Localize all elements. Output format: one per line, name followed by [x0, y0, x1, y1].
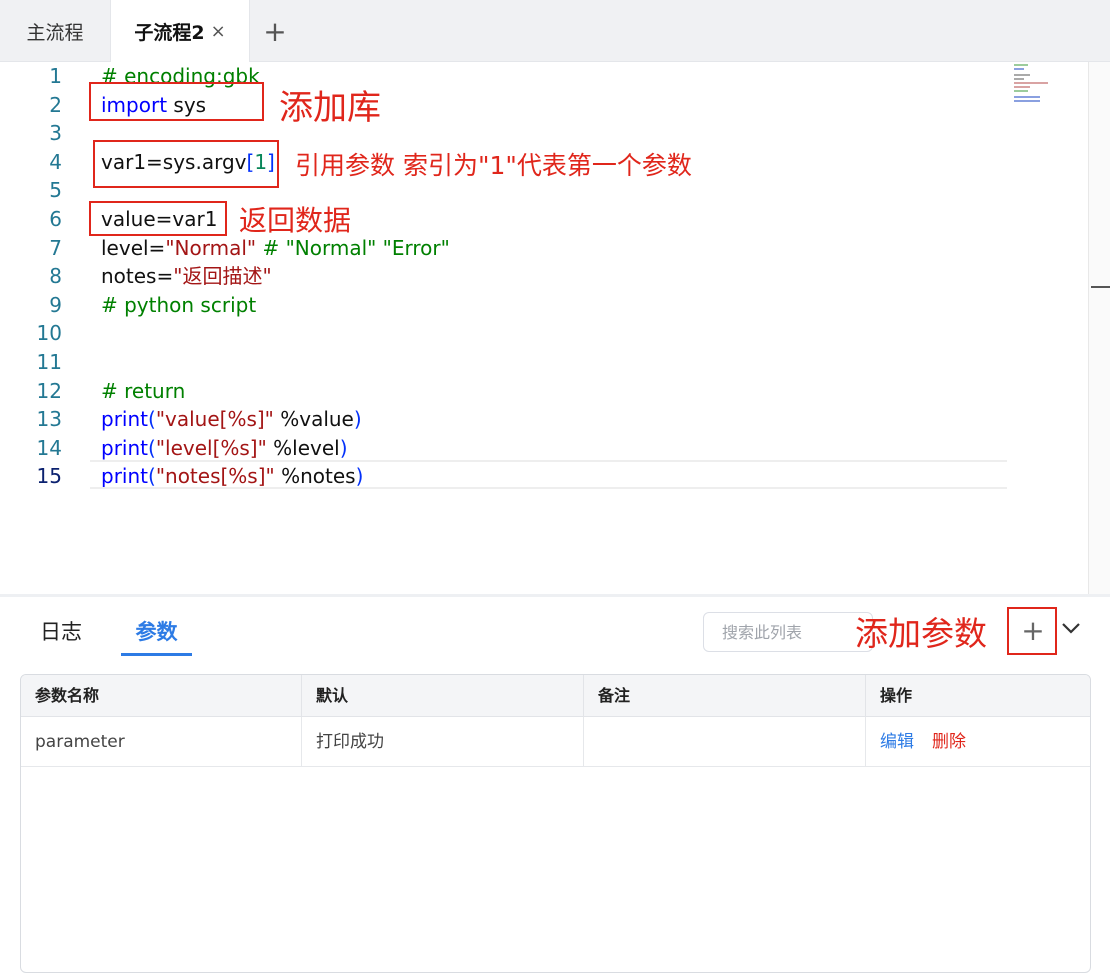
- code-token: (: [148, 407, 156, 432]
- line-number: 5: [49, 178, 62, 203]
- tab-bar: 主流程 子流程2 × +: [0, 0, 1110, 63]
- line-number: 6: [49, 207, 62, 231]
- code-line[interactable]: 13 print("value[%s]" %value): [0, 405, 1010, 433]
- column-header-name[interactable]: 参数名称: [21, 675, 302, 717]
- line-number: 12: [36, 378, 62, 403]
- code-line[interactable]: 7 level="Normal" # "Normal" "Error": [0, 234, 1010, 262]
- cell-actions: 编辑 删除: [866, 717, 1090, 767]
- code-token: (: [148, 435, 156, 460]
- annotation-box-argv: [93, 140, 279, 188]
- add-tab-button[interactable]: +: [258, 14, 292, 48]
- code-token: "Normal": [165, 235, 257, 260]
- annotation-add-param: 添加参数: [855, 614, 987, 653]
- annotation-return-data: 返回数据: [239, 204, 352, 237]
- line-number: 8: [49, 264, 62, 289]
- annotation-box-import: [89, 82, 264, 121]
- plus-icon: +: [263, 14, 287, 48]
- code-token: # "Normal" "Error": [256, 235, 450, 260]
- table-row: parameter 打印成功 编辑 删除: [21, 717, 1090, 767]
- search-input[interactable]: [704, 613, 872, 651]
- chevron-down-icon[interactable]: [1060, 616, 1082, 640]
- line-number: 4: [49, 149, 62, 174]
- minimap[interactable]: [1012, 62, 1072, 102]
- code-token: %level: [266, 435, 340, 460]
- line-number: 3: [49, 121, 62, 146]
- line-number: 13: [36, 407, 62, 432]
- annotation-box-add-param: [1007, 607, 1057, 655]
- close-icon[interactable]: ×: [211, 21, 226, 42]
- line-number: 1: [49, 64, 62, 88]
- line-number: 10: [36, 321, 62, 346]
- code-token: notes=: [101, 264, 174, 289]
- code-text: print("value[%s]" %value): [101, 405, 362, 433]
- column-header-default[interactable]: 默认: [302, 675, 584, 717]
- column-header-actions: 操作: [880, 686, 913, 705]
- code-text: # python script: [101, 291, 256, 319]
- current-line-highlight: [90, 460, 1007, 489]
- code-token: # python script: [101, 292, 257, 317]
- annotation-add-library: 添加库: [279, 88, 381, 128]
- code-text: notes="返回描述": [101, 262, 272, 290]
- code-line[interactable]: 8 notes="返回描述": [0, 262, 1010, 290]
- active-tab-indicator: [121, 653, 192, 656]
- tab-subflow-2[interactable]: 子流程2 ×: [110, 0, 250, 63]
- code-text: # return: [101, 377, 185, 405]
- editor-scrollbar[interactable]: [1088, 62, 1110, 594]
- tab-main-flow-label: 主流程: [26, 21, 84, 44]
- code-line[interactable]: 12 # return: [0, 377, 1010, 405]
- column-header-note[interactable]: 备注: [584, 675, 866, 717]
- line-number: 15: [36, 464, 62, 489]
- panel-divider[interactable]: [0, 594, 1110, 597]
- code-token: %value: [273, 407, 354, 432]
- cell-param-name: parameter: [21, 717, 302, 767]
- scroll-position-marker: [1091, 286, 1110, 288]
- code-token: # return: [101, 378, 186, 403]
- cell-default: 打印成功: [302, 717, 584, 767]
- code-token: "value[%s]": [155, 407, 274, 432]
- code-token: "level[%s]": [155, 435, 267, 460]
- code-token: ): [353, 407, 362, 432]
- line-number: 11: [36, 350, 62, 374]
- delete-link[interactable]: 删除: [932, 732, 966, 752]
- code-line[interactable]: 11: [0, 348, 1010, 376]
- cell-note: [584, 717, 866, 767]
- code-line[interactable]: 14 print("level[%s]" %level): [0, 434, 1010, 462]
- code-line[interactable]: 9 # python script: [0, 291, 1010, 319]
- code-line[interactable]: 10: [0, 319, 1010, 347]
- code-token: print: [101, 407, 148, 432]
- line-number: 2: [49, 92, 62, 117]
- annotation-argv-note: 引用参数 索引为"1"代表第一个参数: [295, 151, 692, 180]
- tab-main-flow[interactable]: 主流程: [0, 0, 110, 62]
- tab-log[interactable]: 日志: [40, 612, 82, 652]
- table-header: 参数名称 默认 备注 操作: [21, 675, 1090, 717]
- params-table: 参数名称 默认 备注 操作 parameter 打印成功 编辑 删除: [20, 674, 1091, 973]
- line-number: 9: [49, 292, 62, 317]
- code-editor[interactable]: 1 # encoding:gbk 2 import sys 3 4 var1=sys.arg…: [0, 62, 1110, 594]
- line-number: 14: [36, 435, 62, 460]
- line-number: 7: [49, 235, 62, 260]
- code-token: ): [339, 435, 348, 460]
- code-token: level=: [101, 235, 166, 260]
- edit-link[interactable]: 编辑: [880, 732, 914, 752]
- search-box[interactable]: [703, 612, 873, 652]
- code-token: print: [101, 435, 148, 460]
- code-token: "返回描述": [173, 264, 272, 289]
- annotation-box-value: [89, 201, 227, 236]
- tab-subflow-2-label: 子流程2: [134, 22, 205, 44]
- code-text: print("level[%s]" %level): [101, 434, 348, 462]
- tab-params[interactable]: 参数: [121, 612, 192, 652]
